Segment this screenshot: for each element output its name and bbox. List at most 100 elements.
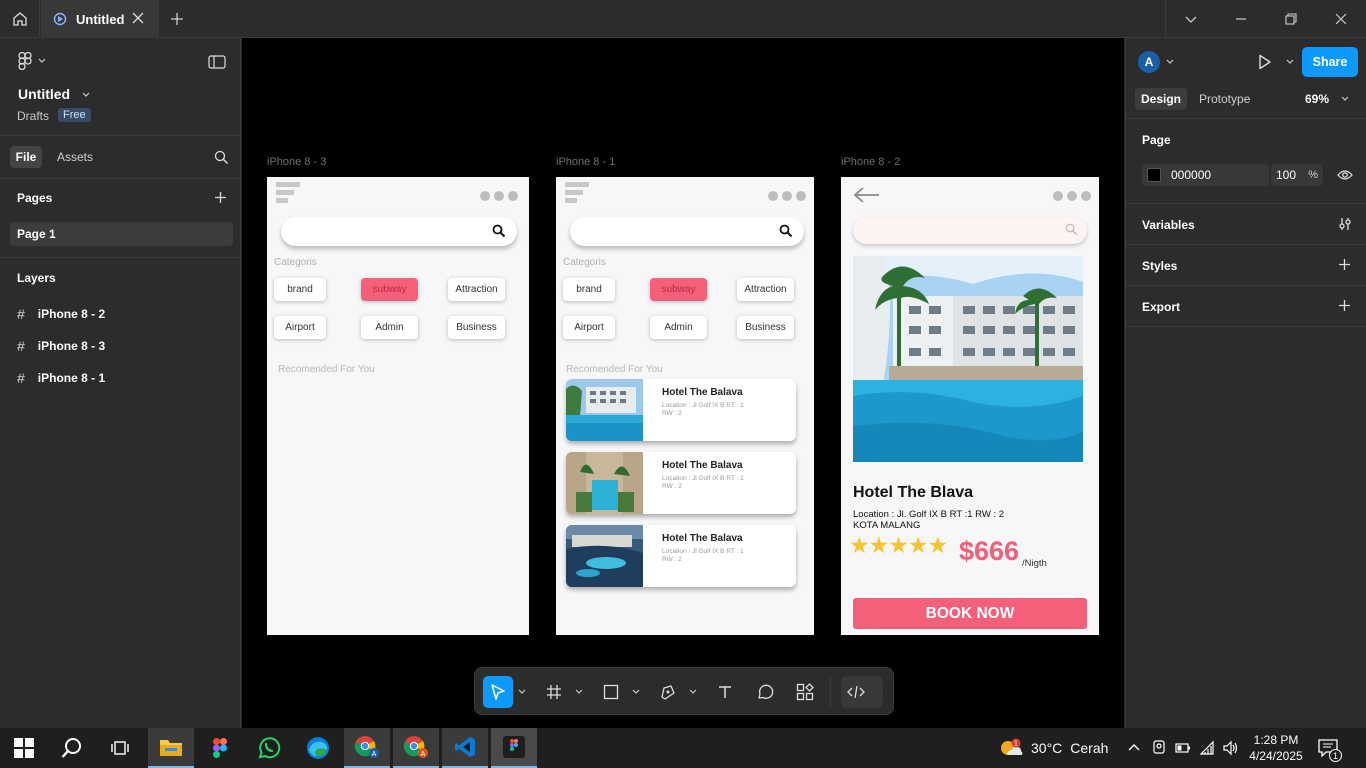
- more-icon[interactable]: [1053, 191, 1091, 201]
- frame-label[interactable]: iPhone 8 - 3: [267, 156, 326, 168]
- chip-business[interactable]: Business: [737, 316, 794, 339]
- minimize-button[interactable]: [1216, 0, 1266, 38]
- account-menu[interactable]: A: [1138, 51, 1174, 73]
- dev-mode-toggle[interactable]: [841, 676, 883, 708]
- drafts-label[interactable]: Drafts: [17, 109, 49, 123]
- frame-iphone-8-2[interactable]: Hotel The Blava Location : Jl. Golf IX B…: [841, 177, 1099, 635]
- move-tool-button[interactable]: [483, 676, 513, 708]
- styles-heading[interactable]: Styles: [1142, 259, 1177, 273]
- color-hex[interactable]: 000000: [1171, 168, 1211, 182]
- page-color-field[interactable]: 000000: [1142, 164, 1269, 186]
- chip-brand[interactable]: brand: [274, 278, 326, 301]
- figma-taskbar-button[interactable]: [197, 728, 243, 768]
- start-button[interactable]: [0, 728, 48, 768]
- tab-assets[interactable]: Assets: [57, 150, 93, 164]
- main-menu-button[interactable]: [18, 52, 46, 70]
- tab-file[interactable]: File: [10, 146, 42, 168]
- chip-brand[interactable]: brand: [563, 278, 615, 301]
- pen-tool-button[interactable]: [655, 676, 681, 708]
- add-page-icon[interactable]: [214, 191, 227, 204]
- battery-icon[interactable]: [1175, 742, 1191, 754]
- add-export-icon[interactable]: [1338, 299, 1351, 312]
- home-button[interactable]: [0, 0, 40, 38]
- export-heading[interactable]: Export: [1142, 300, 1180, 314]
- more-icon[interactable]: [480, 191, 518, 201]
- variables-heading[interactable]: Variables: [1142, 218, 1195, 232]
- chip-admin[interactable]: Admin: [361, 316, 418, 339]
- close-window-button[interactable]: [1316, 0, 1366, 38]
- whatsapp-taskbar-button[interactable]: [246, 728, 292, 768]
- comment-tool-button[interactable]: [752, 676, 778, 708]
- chip-subway[interactable]: subway: [650, 278, 707, 301]
- chrome-profile-2-taskbar-button[interactable]: A: [393, 728, 439, 768]
- zoom-control[interactable]: 69%: [1305, 92, 1349, 106]
- chevron-down-icon[interactable]: [1286, 58, 1294, 66]
- search-bar[interactable]: [281, 217, 517, 246]
- chip-airport[interactable]: Airport: [563, 316, 615, 339]
- frame-tool-button[interactable]: [541, 676, 567, 708]
- chip-attraction[interactable]: Attraction: [448, 278, 505, 301]
- opacity-field[interactable]: 100 %: [1271, 164, 1323, 186]
- chip-attraction[interactable]: Attraction: [737, 278, 794, 301]
- search-bar[interactable]: [570, 217, 804, 246]
- chevron-up-icon[interactable]: [1128, 742, 1140, 754]
- layer-item[interactable]: # iPhone 8 - 1: [17, 370, 105, 386]
- menu-icon[interactable]: [276, 182, 301, 206]
- more-icon[interactable]: [768, 191, 806, 201]
- restore-button[interactable]: [1266, 0, 1316, 38]
- chip-business[interactable]: Business: [448, 316, 505, 339]
- vscode-taskbar-button[interactable]: [442, 728, 488, 768]
- canvas[interactable]: iPhone 8 - 3 Categoris brand subway Attr…: [242, 38, 1124, 728]
- tab-untitled[interactable]: Untitled: [41, 0, 159, 38]
- book-now-button[interactable]: BOOK NOW: [853, 598, 1087, 629]
- frame-label[interactable]: iPhone 8 - 1: [556, 156, 615, 168]
- new-tab-icon[interactable]: [168, 10, 186, 28]
- menu-icon[interactable]: [565, 182, 590, 206]
- chrome-profile-1-taskbar-button[interactable]: A: [344, 728, 390, 768]
- file-explorer-taskbar-button[interactable]: [148, 728, 194, 768]
- tab-design[interactable]: Design: [1135, 88, 1188, 110]
- weather-widget[interactable]: 1 30°C Cerah: [999, 728, 1108, 768]
- page-item[interactable]: Page 1: [10, 222, 233, 246]
- tabs-menu-button[interactable]: [1166, 0, 1216, 38]
- chip-subway[interactable]: subway: [361, 278, 418, 301]
- eye-icon[interactable]: [1337, 169, 1353, 181]
- search-button[interactable]: [48, 728, 96, 768]
- edge-taskbar-button[interactable]: [295, 728, 341, 768]
- share-button[interactable]: Share: [1302, 47, 1358, 77]
- back-arrow-icon[interactable]: [853, 187, 881, 203]
- variables-icon[interactable]: [1338, 217, 1352, 231]
- hotel-card[interactable]: Hotel The Balava Location : Jl Golf IX B…: [566, 379, 796, 441]
- play-icon[interactable]: [1258, 54, 1272, 70]
- hotel-card[interactable]: Hotel The Balava Location : Jl Golf IX B…: [566, 525, 796, 587]
- file-name[interactable]: Untitled: [18, 86, 90, 102]
- search-icon[interactable]: [214, 150, 229, 165]
- color-swatch[interactable]: [1147, 168, 1161, 182]
- layer-item[interactable]: # iPhone 8 - 2: [17, 306, 105, 322]
- notifications-button[interactable]: 1: [1318, 739, 1342, 762]
- resources-tool-button[interactable]: [792, 676, 818, 708]
- close-tab-icon[interactable]: [131, 11, 145, 25]
- chevron-down-icon[interactable]: [632, 688, 640, 696]
- layer-item[interactable]: # iPhone 8 - 3: [17, 338, 105, 354]
- wifi-icon[interactable]: [1199, 740, 1215, 756]
- shape-tool-button[interactable]: [598, 676, 624, 708]
- chip-admin[interactable]: Admin: [650, 316, 707, 339]
- chevron-down-icon[interactable]: [575, 688, 583, 696]
- clock[interactable]: 1:28 PM 4/24/2025: [1246, 732, 1306, 764]
- sidebar-toggle-icon[interactable]: [208, 55, 226, 69]
- chip-airport[interactable]: Airport: [274, 316, 326, 339]
- frame-label[interactable]: iPhone 8 - 2: [841, 156, 900, 168]
- chevron-down-icon[interactable]: [518, 688, 526, 696]
- frame-iphone-8-1[interactable]: Categoris brand subway Attraction Airpor…: [556, 177, 814, 635]
- figma-desktop-taskbar-button[interactable]: [491, 728, 537, 768]
- search-bar[interactable]: [853, 217, 1087, 244]
- frame-iphone-8-3[interactable]: Categoris brand subway Attraction Airpor…: [267, 177, 529, 635]
- tab-prototype[interactable]: Prototype: [1199, 92, 1250, 106]
- meet-icon[interactable]: [1152, 740, 1166, 756]
- task-view-button[interactable]: [96, 728, 144, 768]
- text-tool-button[interactable]: [712, 676, 738, 708]
- add-style-icon[interactable]: [1338, 258, 1351, 271]
- hotel-card[interactable]: Hotel The Balava Location : Jl Golf IX B…: [566, 452, 796, 514]
- chevron-down-icon[interactable]: [689, 688, 697, 696]
